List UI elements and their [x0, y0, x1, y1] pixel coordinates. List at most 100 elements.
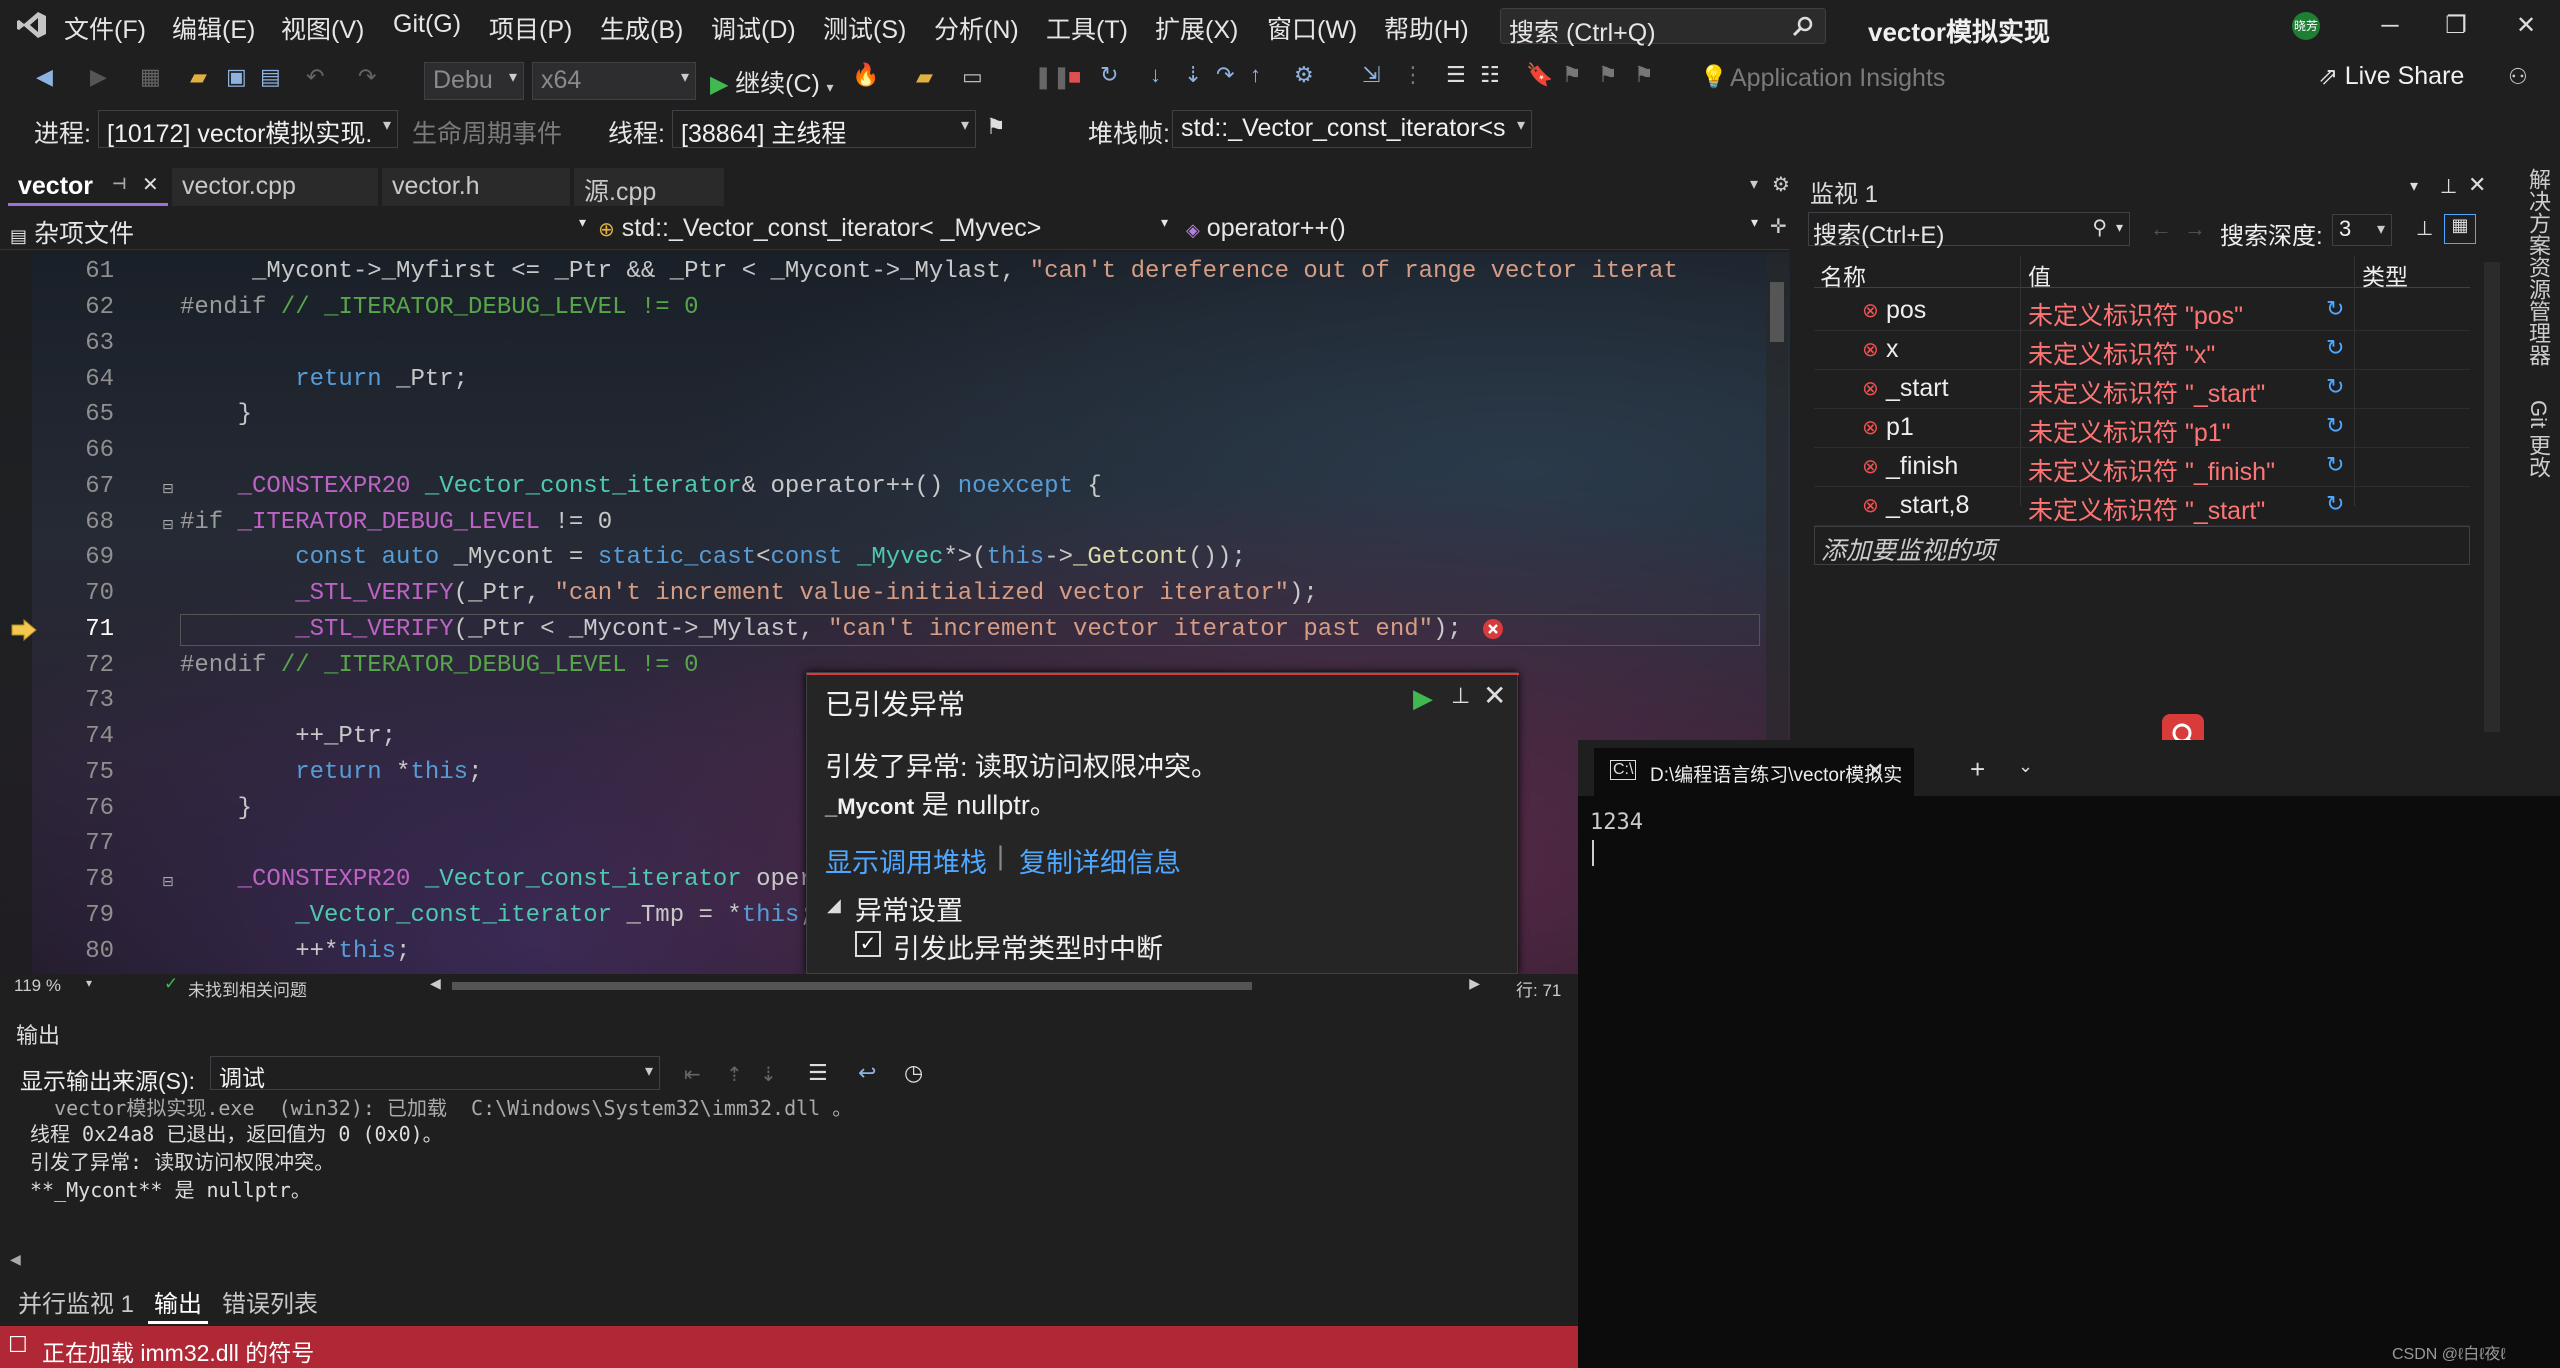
col-type-header[interactable]: 类型 — [2362, 258, 2408, 292]
menu-analyze[interactable]: 分析(N) — [934, 10, 1019, 46]
search-depth-select[interactable]: 3 ▾ — [2332, 214, 2392, 246]
menu-debug[interactable]: 调试(D) — [711, 10, 796, 46]
scope-dropdown[interactable]: ▤ 杂项文件 ▾ — [10, 214, 590, 248]
next-message-icon[interactable]: ⇣ — [760, 1062, 777, 1087]
refresh-icon[interactable]: ↻ — [2326, 335, 2344, 361]
next-bookmark-icon[interactable]: ⚑ — [1598, 62, 1618, 88]
comment-icon[interactable]: ☰ — [1446, 62, 1466, 88]
feedback-icon[interactable]: ⚇ — [2508, 64, 2528, 90]
continue-icon[interactable]: ▶ — [1413, 683, 1433, 714]
word-wrap-icon[interactable]: ↩ — [858, 1060, 876, 1086]
window-position-icon[interactable]: ▾ — [2410, 176, 2418, 196]
undo-icon[interactable]: ↶ — [306, 64, 324, 90]
menu-extensions[interactable]: 扩展(X) — [1155, 10, 1238, 46]
horizontal-scrollbar[interactable]: ◀ ▶ — [430, 975, 1480, 994]
bookmark-icon[interactable]: 🔖 — [1526, 62, 1553, 88]
process-select[interactable]: [10172] vector模拟实现. ▾ — [98, 110, 398, 148]
timestamp-icon[interactable]: ◷ — [904, 1060, 923, 1086]
watch-row[interactable]: ⊗ x 未定义标识符 "x" ↻ — [1814, 331, 2470, 370]
watch-row[interactable]: ⊗ pos 未定义标识符 "pos" ↻ — [1814, 292, 2470, 331]
menu-view[interactable]: 视图(V) — [281, 10, 364, 46]
diagnostics-icon[interactable]: ▭ — [962, 64, 983, 90]
zoom-level[interactable]: 119 % — [14, 976, 61, 996]
watch-row[interactable]: ⊗ _finish 未定义标识符 "_finish" ↻ — [1814, 448, 2470, 487]
platform-select[interactable]: x64 ▾ — [532, 62, 696, 100]
notification-icon[interactable]: ☐ — [8, 1332, 28, 1358]
refresh-icon[interactable]: ↻ — [2326, 413, 2344, 439]
close-tab-icon[interactable]: ✕ — [142, 172, 159, 197]
live-share-button[interactable]: ⇗ Live Share — [2318, 62, 2464, 91]
close-icon[interactable]: ✕ — [2468, 172, 2486, 198]
menu-project[interactable]: 项目(P) — [489, 10, 572, 46]
uncomment-icon[interactable]: ☷ — [1480, 62, 1500, 88]
save-icon[interactable]: ▣ — [226, 64, 247, 90]
refresh-icon[interactable]: ↻ — [2326, 452, 2344, 478]
clear-all-icon[interactable]: ☰ — [808, 1060, 828, 1086]
stop-icon[interactable]: ■ — [1068, 64, 1081, 90]
console-tab[interactable]: C:\ D:\编程语言练习\vector模拟实 ✕ — [1594, 748, 1914, 796]
pin-source-icon[interactable]: ⊥ — [2416, 216, 2433, 241]
back-icon[interactable]: ◀ — [36, 64, 53, 90]
menu-edit[interactable]: 编辑(E) — [172, 10, 255, 46]
break-on-exception-checkbox[interactable]: ✓ — [855, 931, 881, 957]
close-icon[interactable]: ✕ — [2506, 8, 2546, 44]
collapse-icon[interactable]: ⊟ — [162, 516, 174, 533]
menu-help[interactable]: 帮助(H) — [1384, 10, 1469, 46]
hex-view-icon[interactable]: ▦ — [2444, 214, 2476, 244]
app-insights-icon[interactable]: 💡 — [1700, 64, 1727, 90]
find-message-icon[interactable]: ⇤ — [684, 1062, 701, 1087]
output-horizontal-scrollbar[interactable]: ◀ — [10, 1251, 1570, 1270]
exception-marker-icon[interactable] — [1482, 618, 1504, 640]
refresh-icon[interactable]: ↻ — [2326, 374, 2344, 400]
tab-source-cpp[interactable]: 源.cpp — [574, 168, 724, 206]
menu-window[interactable]: 窗口(W) — [1267, 10, 1357, 46]
hot-reload-icon[interactable]: 🔥 — [852, 62, 879, 88]
folder-icon[interactable]: ▰ — [916, 64, 933, 90]
tab-parallel-watch[interactable]: 并行监视 1 — [12, 1282, 140, 1321]
tab-vector-cpp[interactable]: vector.cpp — [172, 168, 378, 206]
add-watch-row[interactable]: 添加要监视的项 — [1814, 526, 2470, 565]
step-over-icon[interactable]: ↷ — [1216, 62, 1234, 88]
copy-details-link[interactable]: 复制详细信息 — [1019, 841, 1181, 880]
configuration-select[interactable]: Debu ▾ — [424, 62, 524, 100]
continue-button[interactable]: ▶ 继续(C) ▾ — [710, 64, 834, 100]
back-icon[interactable]: ← — [2150, 216, 2172, 242]
forward-icon[interactable]: ▶ — [90, 64, 107, 90]
refresh-icon[interactable]: ↻ — [2326, 491, 2344, 517]
watch-search-input[interactable]: 搜索(Ctrl+E) ⚲ ▾ — [1808, 212, 2130, 249]
settings-icon[interactable]: ⚙ — [1772, 172, 1790, 197]
chevron-down-icon[interactable]: ⌄ — [2018, 756, 2033, 777]
output-source-select[interactable]: 调试 ▾ — [210, 1056, 660, 1090]
close-icon[interactable]: ✕ — [1483, 679, 1506, 712]
lifecycle-events-label[interactable]: 生命周期事件 — [412, 114, 562, 150]
step-out-icon[interactable]: ↑ — [1250, 62, 1261, 88]
watch-scrollbar[interactable] — [2484, 262, 2500, 732]
refresh-icon[interactable]: ↻ — [2326, 296, 2344, 322]
show-callstack-link[interactable]: 显示调用堆栈 — [825, 841, 987, 880]
break-all-icon[interactable]: ❚❚ — [1034, 64, 1071, 90]
menu-tools[interactable]: 工具(T) — [1046, 10, 1128, 46]
save-all-icon[interactable]: ▤ — [260, 64, 281, 90]
step-into-icon[interactable]: ⇣ — [1184, 62, 1202, 88]
expand-triangle-icon[interactable]: ◢ — [827, 895, 841, 916]
prev-message-icon[interactable]: ⇡ — [726, 1062, 743, 1087]
issues-status[interactable]: 未找到相关问题 — [188, 976, 307, 1001]
console-window[interactable]: C:\ D:\编程语言练习\vector模拟实 ✕ + ⌄ 1234 CSDN … — [1578, 740, 2560, 1368]
avatar[interactable]: 晓芳 — [2292, 12, 2320, 40]
col-value-header[interactable]: 值 — [2028, 258, 2051, 292]
tab-error-list[interactable]: 错误列表 — [216, 1282, 324, 1321]
tab-vector-h[interactable]: vector.h — [382, 168, 570, 206]
forward-icon[interactable]: → — [2184, 216, 2206, 242]
pin-icon[interactable]: ⊣ — [112, 174, 127, 194]
restart-icon[interactable]: ↻ — [1100, 62, 1118, 88]
watch-row[interactable]: ⊗ p1 未定义标识符 "p1" ↻ — [1814, 409, 2470, 448]
menu-test[interactable]: 测试(S) — [823, 10, 906, 46]
app-insights-label[interactable]: Application Insights — [1730, 64, 1945, 93]
flag-icon[interactable]: ⚑ — [986, 114, 1006, 140]
visual-studio-logo-icon[interactable] — [16, 10, 48, 40]
new-project-icon[interactable]: ▦ — [140, 64, 161, 90]
member-dropdown[interactable]: ◈ operator++() ▾ — [1186, 214, 1762, 246]
search-input[interactable]: 搜索 (Ctrl+Q) — [1500, 8, 1826, 47]
collapse-icon[interactable]: ⊟ — [162, 873, 174, 890]
collapse-icon[interactable]: ⊟ — [162, 480, 174, 497]
